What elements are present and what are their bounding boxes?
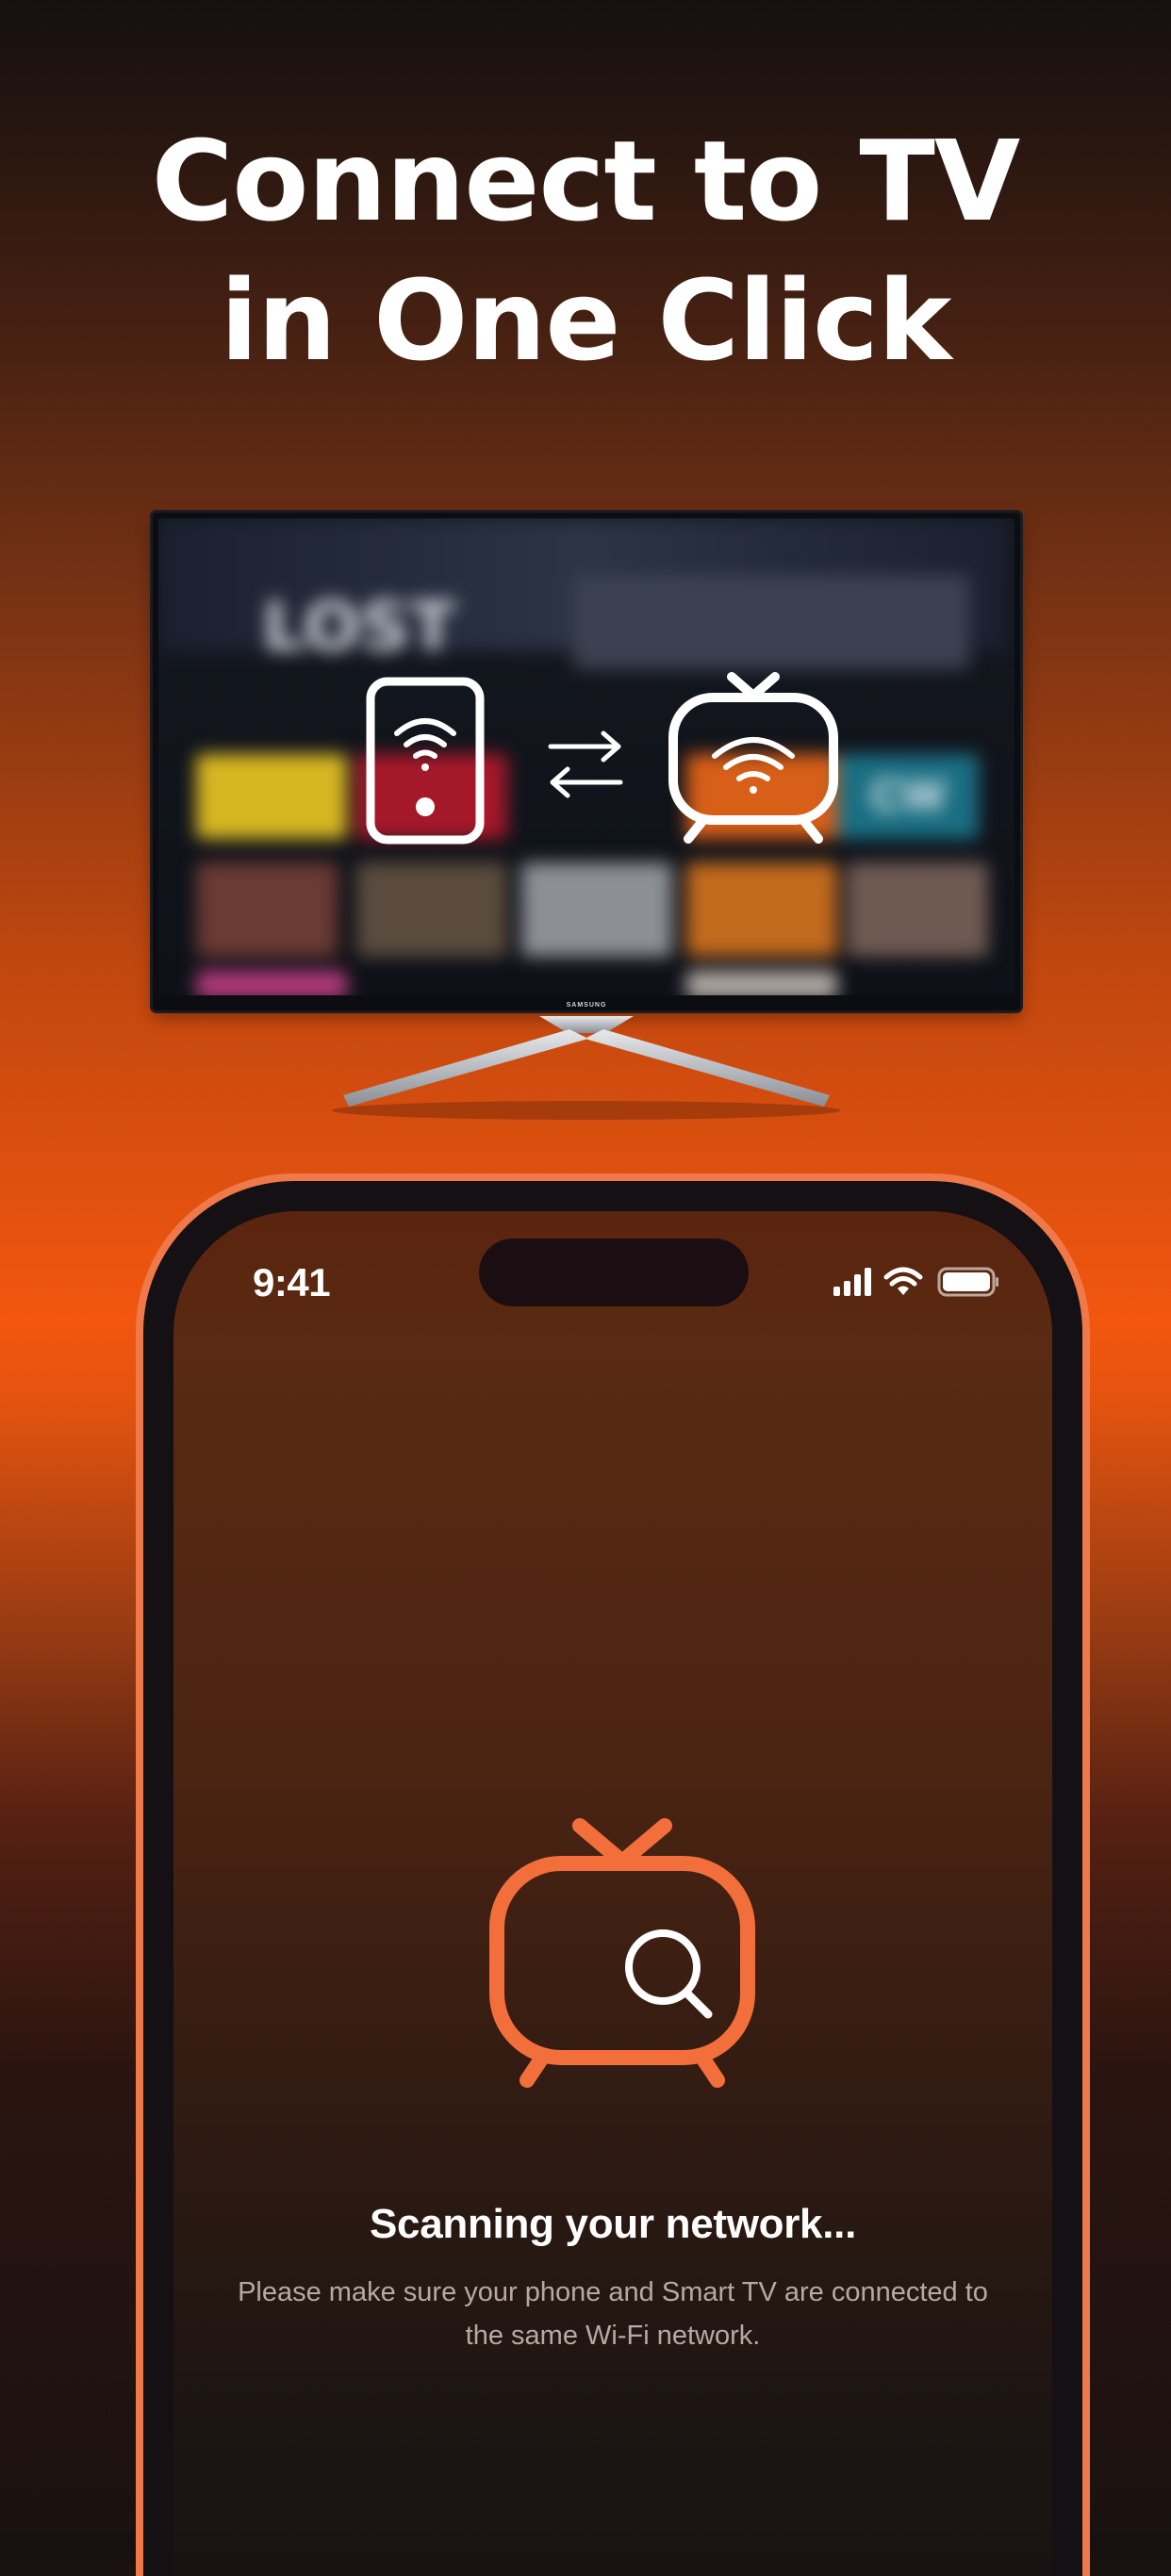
tv-brand-label: SAMSUNG bbox=[566, 1002, 607, 1009]
headline: Connect to TV in One Click bbox=[0, 111, 1171, 390]
headline-line-1: Connect to TV bbox=[151, 116, 1021, 246]
tv-screen: LOST CW bbox=[158, 518, 1014, 995]
wifi-icon bbox=[883, 1267, 923, 1295]
tv-stand bbox=[332, 1016, 841, 1120]
battery-icon bbox=[937, 1267, 998, 1297]
blurred-channel-badge: CW bbox=[837, 754, 979, 839]
phone-wifi-icon bbox=[366, 677, 485, 845]
scanning-description: Please make sure your phone and Smart TV… bbox=[238, 2277, 988, 2351]
status-icons bbox=[833, 1267, 998, 1297]
phone-screen: 9:41 Scanning your network... Please mak… bbox=[173, 1211, 1052, 2576]
tv-search-icon bbox=[489, 1818, 755, 2088]
scanning-title: Scanning your network... bbox=[370, 2201, 856, 2247]
cellular-signal-icon bbox=[833, 1268, 871, 1296]
tv-frame: LOST CW SAMSUNG bbox=[153, 513, 1020, 1010]
swap-arrows-icon bbox=[548, 730, 623, 798]
headline-line-2: in One Click bbox=[220, 255, 952, 386]
phone-mockup: 9:41 Scanning your network... Please mak… bbox=[143, 1181, 1082, 2576]
tv-illustration: LOST CW SAMSUNG bbox=[153, 513, 1020, 1120]
status-time: 9:41 bbox=[253, 1260, 331, 1304]
blurred-show-title: LOST bbox=[262, 587, 456, 666]
tv-wifi-icon bbox=[668, 672, 838, 844]
dynamic-island bbox=[479, 1239, 749, 1306]
